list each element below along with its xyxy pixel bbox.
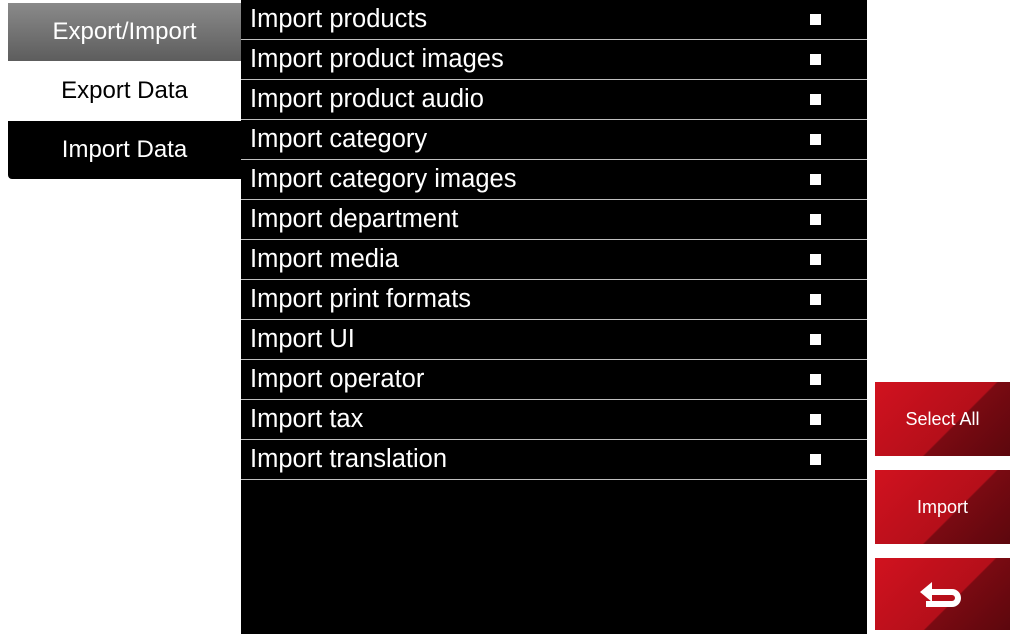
import-button[interactable]: Import xyxy=(875,470,1010,544)
back-button[interactable] xyxy=(875,558,1010,630)
sidebar-item-export-data[interactable]: Export Data xyxy=(8,62,241,120)
list-item-label: Import tax xyxy=(250,405,364,433)
checkbox[interactable] xyxy=(810,454,821,465)
list-item-import-products[interactable]: Import products xyxy=(241,0,867,40)
sidebar-header-label: Export/Import xyxy=(52,18,197,45)
checkbox[interactable] xyxy=(810,374,821,385)
checkbox[interactable] xyxy=(810,254,821,265)
list-item-import-ui[interactable]: Import UI xyxy=(241,320,867,360)
sidebar-item-label: Import Data xyxy=(61,136,188,163)
sidebar: Export/Import Export Data Import Data xyxy=(8,3,241,180)
list-item-label: Import UI xyxy=(250,325,355,353)
checkbox[interactable] xyxy=(810,174,821,185)
sidebar-item-import-data[interactable]: Import Data xyxy=(8,121,241,179)
list-item-label: Import print formats xyxy=(250,285,472,313)
list-item-import-operator[interactable]: Import operator xyxy=(241,360,867,400)
checkbox[interactable] xyxy=(810,214,821,225)
list-item-label: Import product audio xyxy=(250,85,484,113)
list-item-import-media[interactable]: Import media xyxy=(241,240,867,280)
checkbox[interactable] xyxy=(810,414,821,425)
sidebar-header: Export/Import xyxy=(8,3,241,61)
checkbox[interactable] xyxy=(810,334,821,345)
checkbox[interactable] xyxy=(810,294,821,305)
list-item-import-tax[interactable]: Import tax xyxy=(241,400,867,440)
sidebar-item-label: Export Data xyxy=(61,77,188,104)
list-item-import-product-audio[interactable]: Import product audio xyxy=(241,80,867,120)
list-item-import-category-images[interactable]: Import category images xyxy=(241,160,867,200)
checkbox[interactable] xyxy=(810,54,821,65)
list-item-import-print-formats[interactable]: Import print formats xyxy=(241,280,867,320)
list-item-label: Import category xyxy=(250,125,428,153)
list-item-label: Import translation xyxy=(250,445,448,473)
back-arrow-icon xyxy=(919,582,961,607)
list-item-import-department[interactable]: Import department xyxy=(241,200,867,240)
list-item-label: Import operator xyxy=(250,365,425,393)
list-item-label: Import department xyxy=(250,205,459,233)
select-all-button[interactable]: Select All xyxy=(875,382,1010,456)
list-item-import-category[interactable]: Import category xyxy=(241,120,867,160)
list-item-label: Import products xyxy=(250,5,428,33)
select-all-label: Select All xyxy=(905,408,980,429)
import-label: Import xyxy=(916,496,968,517)
checkbox[interactable] xyxy=(810,14,821,25)
list-item-import-translation[interactable]: Import translation xyxy=(241,440,867,480)
list-item-label: Import product images xyxy=(250,45,504,73)
list-item-label: Import media xyxy=(250,245,399,273)
checkbox[interactable] xyxy=(810,134,821,145)
list-item-import-product-images[interactable]: Import product images xyxy=(241,40,867,80)
checkbox[interactable] xyxy=(810,94,821,105)
import-options-list: Import products Import product images Im… xyxy=(241,0,867,634)
list-item-label: Import category images xyxy=(250,165,517,193)
